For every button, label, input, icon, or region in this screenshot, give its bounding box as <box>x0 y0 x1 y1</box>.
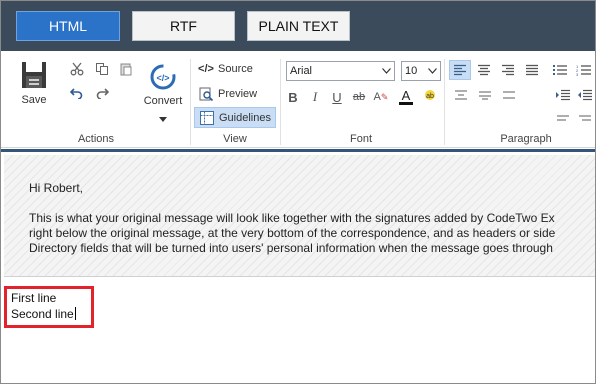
placeholder-text-line: This is what your original message will … <box>29 211 555 225</box>
font-name-value: Arial <box>290 65 313 77</box>
numbered-list-button[interactable]: 123 <box>573 60 595 80</box>
chevron-down-icon <box>427 66 437 76</box>
italic-icon[interactable]: I <box>306 88 324 106</box>
divider <box>280 59 281 145</box>
actions-group-label: Actions <box>77 133 115 145</box>
font-color-icon[interactable]: A <box>397 88 415 106</box>
underline-icon[interactable]: U <box>328 88 346 106</box>
paragraph-group-label: Paragraph <box>500 133 552 145</box>
guidelines-label: Guidelines <box>219 111 271 124</box>
signature-editor-area[interactable]: Hi Robert, This is what your original me… <box>1 149 595 383</box>
save-button[interactable]: Save <box>17 61 51 106</box>
tab-html[interactable]: HTML <box>16 11 120 41</box>
justify-button[interactable] <box>521 60 543 80</box>
font-group-label: Font <box>349 133 372 145</box>
align-left-button[interactable] <box>449 60 471 80</box>
line-spacing-icon[interactable] <box>476 87 494 103</box>
font-name-dropdown[interactable]: Arial <box>286 61 395 81</box>
ltr-direction-icon[interactable] <box>554 111 572 127</box>
convert-label: Convert <box>143 95 183 107</box>
svg-text:</>: </> <box>156 73 169 83</box>
convert-dropdown-icon[interactable] <box>159 113 167 125</box>
copy-icon[interactable] <box>94 61 110 77</box>
font-size-dropdown[interactable]: 10 <box>401 61 441 81</box>
save-icon <box>21 61 47 92</box>
bullet-list-button[interactable] <box>549 60 571 80</box>
guidelines-icon <box>198 110 216 126</box>
divider <box>444 59 445 145</box>
increase-indent-icon[interactable] <box>554 87 572 103</box>
original-message-placeholder: Hi Robert, This is what your original me… <box>4 155 595 277</box>
source-label: Source <box>218 62 253 75</box>
rtl-direction-icon[interactable] <box>576 111 594 127</box>
save-label: Save <box>21 94 47 106</box>
clear-format-icon[interactable]: A ✎ <box>372 88 390 106</box>
strikethrough-icon[interactable]: ab <box>350 88 368 106</box>
guidelines-button[interactable]: Guidelines <box>194 107 276 128</box>
highlight-annotation-box <box>4 286 94 328</box>
tab-rtf[interactable]: RTF <box>132 11 235 41</box>
divider <box>190 59 191 145</box>
editor-top-border <box>1 149 595 152</box>
placeholder-text-line: right below the original message, at the… <box>29 226 556 240</box>
signature-editor-window: HTML RTF PLAIN TEXT Save </> Convert Act… <box>0 0 596 384</box>
svg-text:3: 3 <box>576 72 579 76</box>
bold-icon[interactable]: B <box>284 88 302 106</box>
align-center-button[interactable] <box>473 60 495 80</box>
preview-button[interactable]: Preview <box>194 83 276 104</box>
preview-label: Preview <box>218 87 258 100</box>
ribbon-toolbar: Save </> Convert Actions </> Source Prev… <box>1 51 595 148</box>
paragraph-spacing-icon[interactable] <box>452 87 470 103</box>
convert-button[interactable]: </> Convert <box>141 63 185 125</box>
paste-icon[interactable] <box>118 61 134 77</box>
font-size-value: 10 <box>405 65 418 77</box>
align-right-button[interactable] <box>497 60 519 80</box>
tab-plain-text[interactable]: PLAIN TEXT <box>247 11 350 41</box>
placeholder-text-line: Directory fields that will be turned int… <box>29 241 553 255</box>
source-button[interactable]: </> Source <box>194 58 276 79</box>
view-group-label: View <box>223 133 247 145</box>
format-tab-bar: HTML RTF PLAIN TEXT <box>1 1 595 51</box>
convert-icon: </> <box>149 63 177 94</box>
cut-icon[interactable] <box>69 61 85 77</box>
preview-icon <box>197 86 215 102</box>
redo-icon[interactable] <box>94 85 110 101</box>
greeting-text: Hi Robert, <box>29 181 84 195</box>
svg-text:ab: ab <box>426 93 434 100</box>
highlight-icon[interactable]: ab <box>421 88 439 106</box>
undo-icon[interactable] <box>69 85 85 101</box>
border-icon[interactable] <box>500 87 518 103</box>
source-code-icon: </> <box>198 62 214 75</box>
decrease-indent-icon[interactable] <box>576 87 594 103</box>
chevron-down-icon <box>381 66 391 76</box>
